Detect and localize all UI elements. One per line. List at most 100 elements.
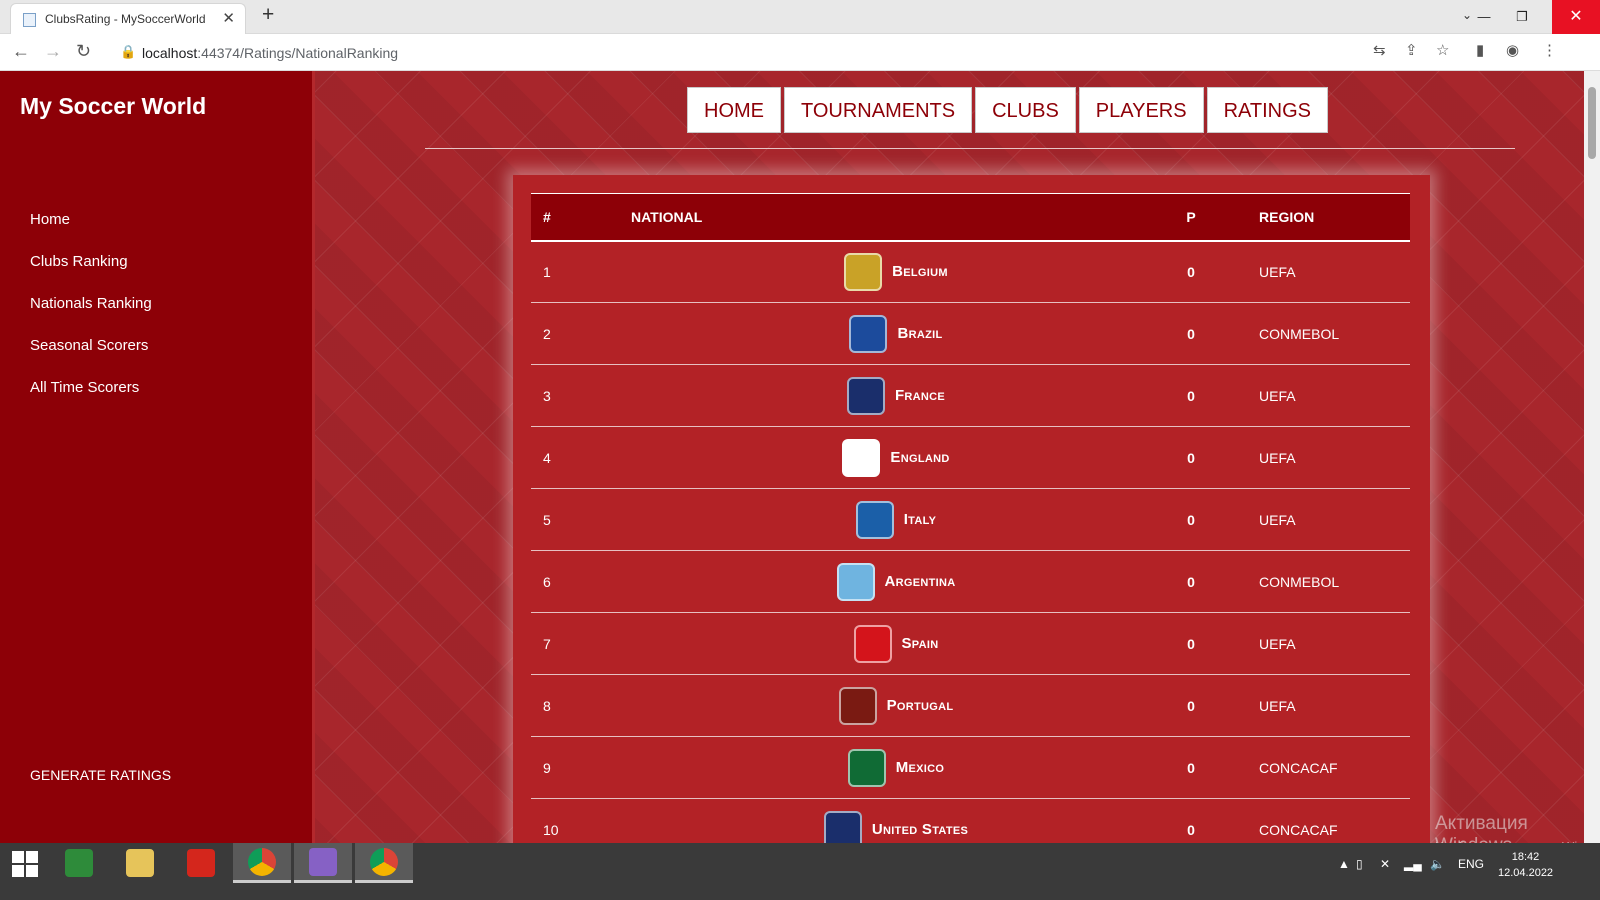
main-area: HOME TOURNAMENTS CLUBS PLAYERS RATINGS #… [315,71,1584,860]
table-row: 2 Brazil 0 CONMEBOL [531,302,1410,365]
visual-studio-icon[interactable] [294,843,352,883]
nav-players[interactable]: PLAYERS [1078,87,1204,133]
points-cell: 0 [1161,550,1221,613]
national-crest-icon [844,252,883,291]
store-app-icon[interactable] [50,843,108,883]
nav-tournaments[interactable]: TOURNAMENTS [784,87,973,133]
wps-office-icon[interactable] [172,843,230,883]
scroll-thumb[interactable] [1588,87,1596,159]
page-favicon-icon [23,13,36,27]
national-name[interactable]: Mexico [896,759,945,776]
national-name[interactable]: Italy [904,511,937,528]
url-text: localhost:44374/Ratings/NationalRanking [142,45,399,61]
rank-cell: 2 [531,302,631,365]
table-row: 4 England 0 UEFA [531,426,1410,489]
table-row: 5 Italy 0 UEFA [531,488,1410,551]
national-cell: Italy [631,488,1161,551]
side-panel-icon[interactable]: ▮ [1476,41,1484,59]
clock-time: 18:42 [1511,851,1540,863]
restore-icon[interactable]: ❐ [1504,0,1540,34]
reload-icon[interactable]: ↻ [76,41,91,62]
tray-signal-icon[interactable]: ▂▄ [1404,857,1422,871]
table-header-row: # NATIONAL P REGION [531,193,1410,241]
tray-language[interactable]: ENG [1458,857,1484,871]
national-name[interactable]: Spain [902,635,939,652]
national-crest-icon [842,438,881,477]
sidebar-item-home[interactable]: Home [30,211,152,253]
sidebar-item-seasonal-scorers[interactable]: Seasonal Scorers [30,337,152,379]
table-row: 6 Argentina 0 CONMEBOL [531,550,1410,613]
rank-cell: 7 [531,612,631,675]
national-name[interactable]: Belgium [892,263,948,280]
national-cell: Portugal [631,674,1161,737]
window-close-icon[interactable]: ✕ [1552,0,1600,34]
region-cell: UEFA [1221,612,1410,675]
table-row: 1 Belgium 0 UEFA [531,240,1410,303]
page-scrollbar[interactable] [1584,71,1600,860]
rank-cell: 4 [531,426,631,489]
chrome-app-icon[interactable] [233,843,291,883]
tab-title: ClubsRating - MySoccerWorld [45,12,206,26]
chrome-app-icon-2[interactable] [355,843,413,883]
close-tab-icon[interactable]: ✕ [222,9,235,27]
national-cell: France [631,364,1161,427]
new-tab-icon[interactable]: + [262,3,274,27]
windows-start-icon[interactable] [12,851,40,879]
divider [425,148,1515,149]
generate-ratings-button[interactable]: GENERATE RATINGS [30,767,171,783]
region-cell: UEFA [1221,674,1410,737]
national-name[interactable]: Brazil [897,325,942,342]
table-row: 8 Portugal 0 UEFA [531,674,1410,737]
sidebar: My Soccer World Home Clubs Ranking Natio… [0,71,315,860]
minimize-icon[interactable]: — [1466,0,1502,34]
tray-volume-icon[interactable]: 🔈 [1430,857,1445,871]
page-content: My Soccer World Home Clubs Ranking Natio… [0,71,1584,860]
header-rank: # [543,208,551,225]
browser-toolbar: ← → ↻ 🔒 localhost:44374/Ratings/National… [0,34,1600,71]
back-icon[interactable]: ← [12,41,30,62]
lock-icon[interactable]: 🔒 [120,44,136,60]
brand-title[interactable]: My Soccer World [20,93,206,120]
national-name[interactable]: United States [872,821,968,838]
sidebar-item-clubs-ranking[interactable]: Clubs Ranking [30,253,152,295]
national-name[interactable]: Argentina [885,573,956,590]
taskbar-clock[interactable]: 18:42 12.04.2022 [1498,849,1553,881]
national-name[interactable]: England [890,449,949,466]
kebab-menu-icon[interactable]: ⋮ [1542,41,1557,59]
profile-avatar-icon[interactable]: ◉ [1506,41,1519,59]
address-bar[interactable]: 🔒 localhost:44374/Ratings/NationalRankin… [108,39,1488,67]
file-explorer-icon[interactable] [111,843,169,883]
national-crest-icon [838,686,877,725]
top-nav: HOME TOURNAMENTS CLUBS PLAYERS RATINGS [687,87,1328,133]
region-cell: UEFA [1221,426,1410,489]
tray-device-icon[interactable]: ▯ [1356,857,1363,871]
browser-tab[interactable]: ClubsRating - MySoccerWorld ✕ [10,3,246,34]
region-cell: CONMEBOL [1221,302,1410,365]
national-name[interactable]: France [895,387,945,404]
translate-icon[interactable]: ⇆ [1373,41,1386,59]
points-cell: 0 [1161,426,1221,489]
region-cell: UEFA [1221,364,1410,427]
national-cell: Belgium [631,240,1161,303]
sidebar-nav: Home Clubs Ranking Nationals Ranking Sea… [30,211,152,421]
nav-ratings[interactable]: RATINGS [1206,87,1328,133]
national-name[interactable]: Portugal [887,697,954,714]
ranking-card: # NATIONAL P REGION 1 Belgium 0 UEFA 2 Brazil… [513,175,1430,860]
share-icon[interactable]: ⇪ [1405,41,1418,59]
national-cell: Argentina [631,550,1161,613]
rank-cell: 8 [531,674,631,737]
header-region: REGION [1259,208,1315,225]
table-row: 7 Spain 0 UEFA [531,612,1410,675]
tray-network-x-icon[interactable]: ✕ [1380,857,1390,871]
sidebar-item-all-time-scorers[interactable]: All Time Scorers [30,379,152,421]
points-cell: 0 [1161,240,1221,303]
forward-icon[interactable]: → [44,41,62,62]
national-crest-icon [849,314,888,353]
national-cell: Brazil [631,302,1161,365]
bookmark-star-icon[interactable]: ☆ [1436,41,1449,59]
header-national: NATIONAL [631,208,703,225]
sidebar-item-nationals-ranking[interactable]: Nationals Ranking [30,295,152,337]
nav-clubs[interactable]: CLUBS [975,87,1076,133]
tray-overflow-icon[interactable]: ▲ [1338,857,1350,871]
nav-home[interactable]: HOME [687,87,781,133]
